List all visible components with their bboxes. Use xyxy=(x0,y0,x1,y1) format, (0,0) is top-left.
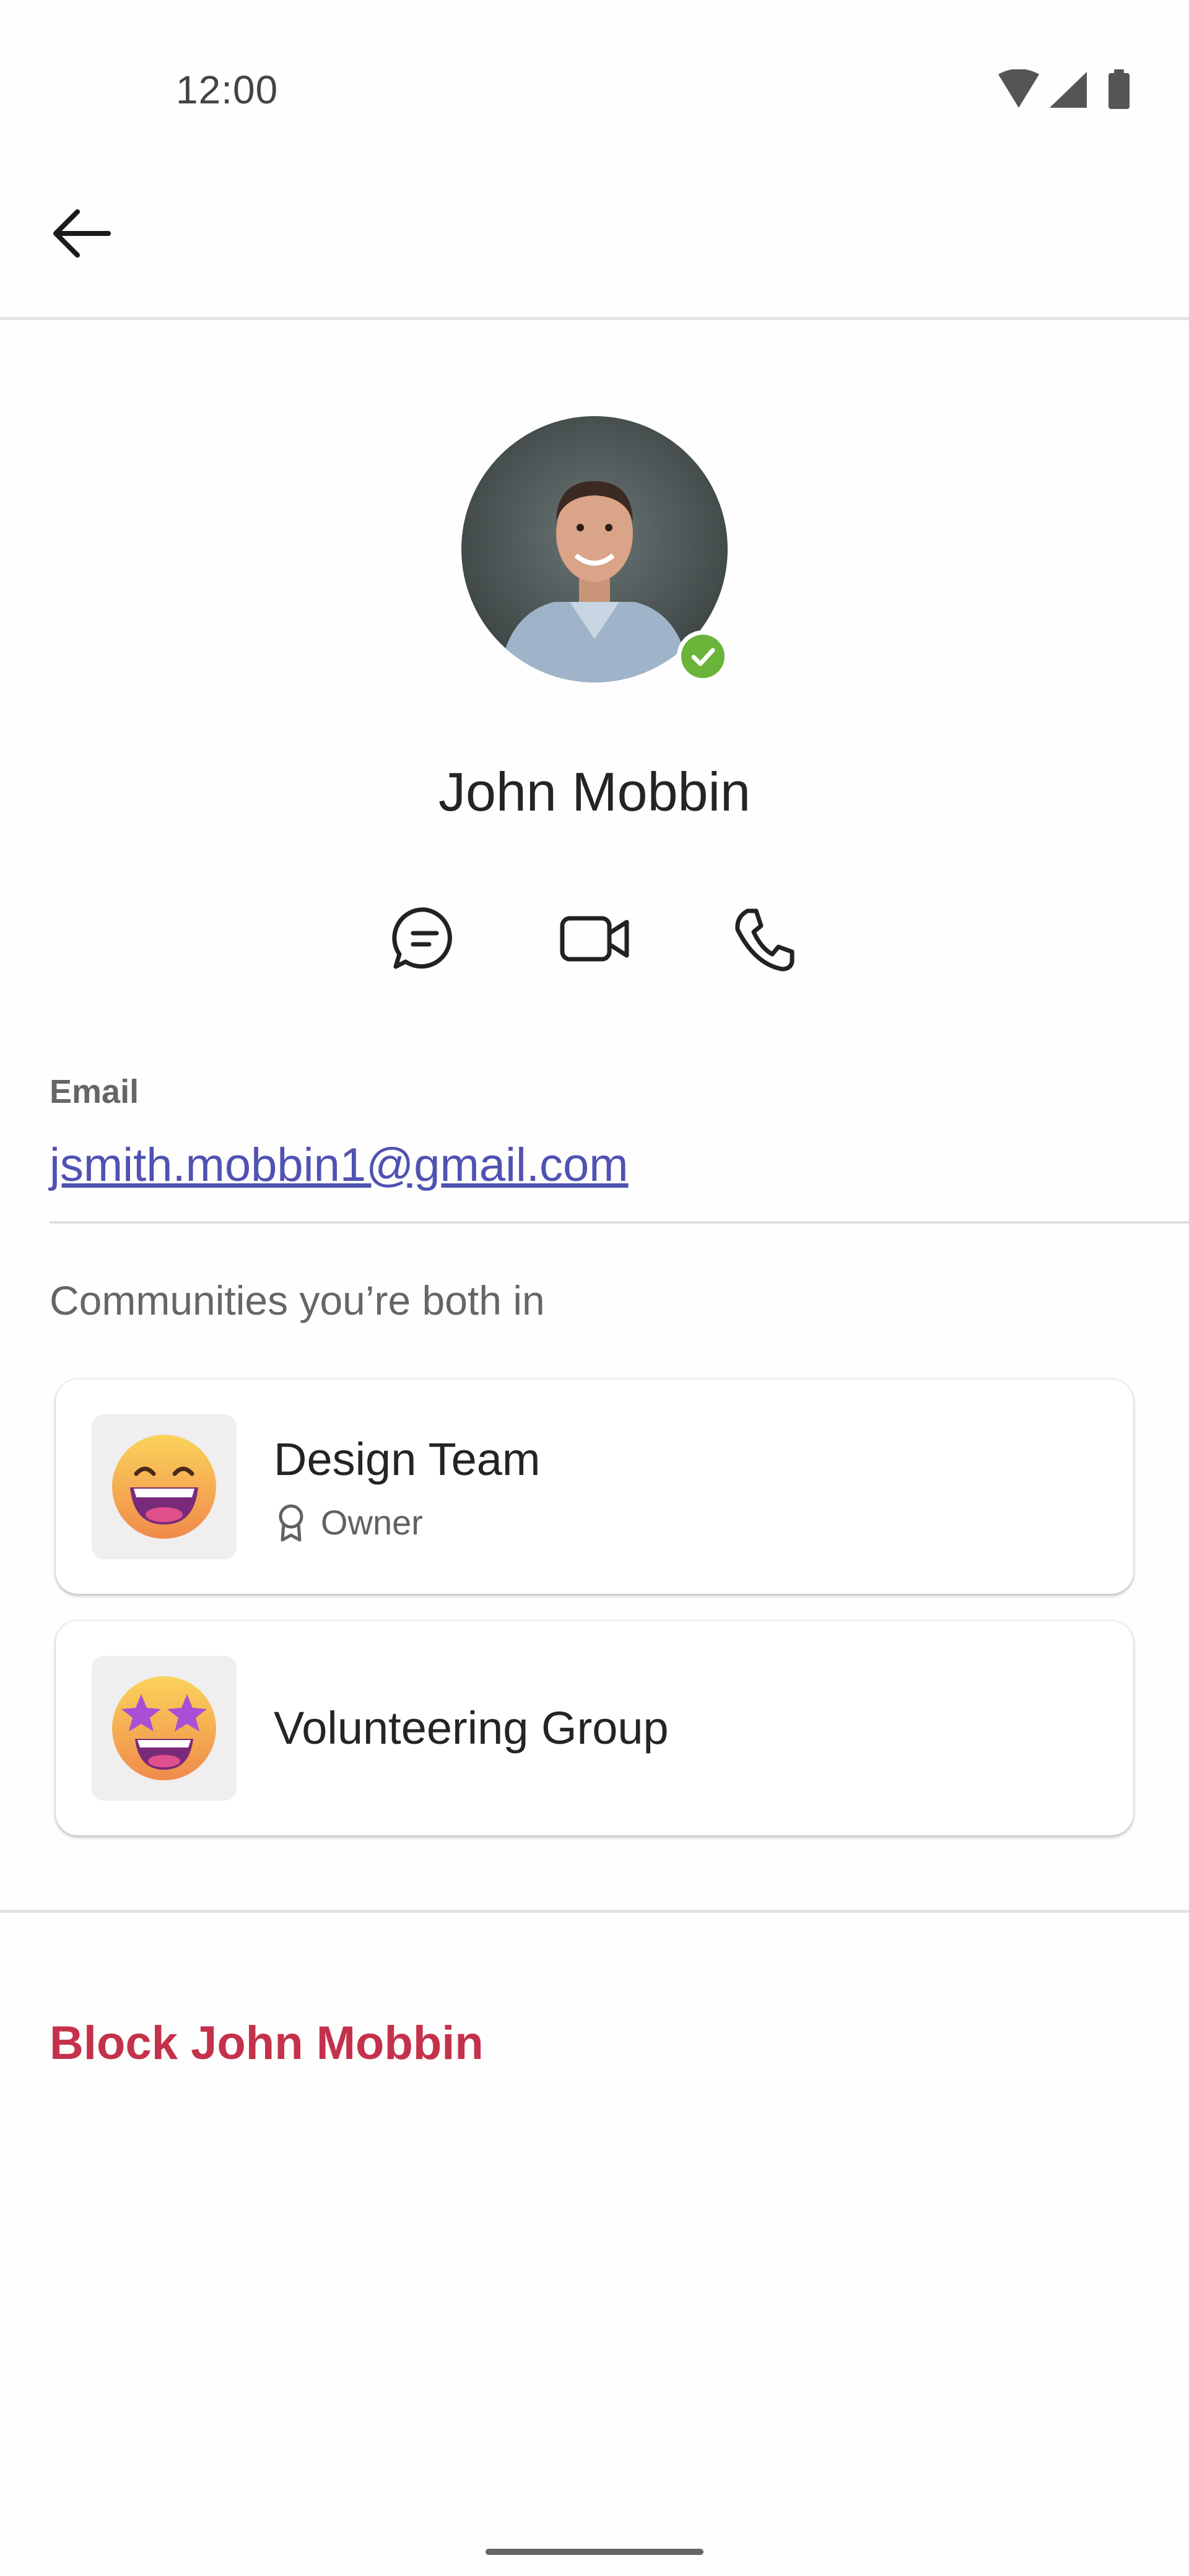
block-user-button[interactable]: Block John Mobbin xyxy=(50,2016,484,2070)
grinning-face-emoji xyxy=(92,1414,237,1559)
wifi-icon xyxy=(998,69,1039,108)
communities-heading: Communities you’re both in xyxy=(50,1277,545,1323)
ribbon-icon xyxy=(279,1504,303,1541)
video-call-button[interactable] xyxy=(551,895,638,982)
app-bar-divider xyxy=(0,317,1189,320)
section-divider xyxy=(0,1910,1189,1913)
email-link[interactable]: jsmith.mobbin1@gmail.com xyxy=(50,1138,629,1192)
community-role: Owner xyxy=(274,1502,423,1543)
phone-icon xyxy=(735,908,795,972)
arrow-left-icon xyxy=(53,209,111,258)
community-name: Design Team xyxy=(274,1434,541,1485)
profile-name: John Mobbin xyxy=(438,761,751,822)
community-name: Volunteering Group xyxy=(274,1702,669,1754)
community-role-label: Owner xyxy=(321,1503,423,1542)
email-divider xyxy=(50,1221,1189,1224)
star-struck-emoji xyxy=(92,1656,237,1801)
checkmark-icon xyxy=(691,648,715,666)
status-time: 12:00 xyxy=(176,67,279,112)
community-card-design-team[interactable]: Design Team Owner xyxy=(56,1380,1133,1594)
back-button[interactable] xyxy=(43,192,124,272)
chat-button[interactable] xyxy=(381,895,468,982)
cellular-signal-icon xyxy=(1050,72,1087,108)
video-camera-icon xyxy=(560,916,629,962)
community-card-volunteering-group[interactable]: Volunteering Group xyxy=(56,1621,1133,1835)
chat-icon xyxy=(392,907,452,969)
email-label: Email xyxy=(50,1073,139,1110)
battery-icon xyxy=(1108,69,1130,109)
home-indicator[interactable] xyxy=(486,2549,703,2555)
presence-badge xyxy=(677,630,729,682)
audio-call-button[interactable] xyxy=(721,895,808,982)
status-icons xyxy=(997,69,1139,113)
